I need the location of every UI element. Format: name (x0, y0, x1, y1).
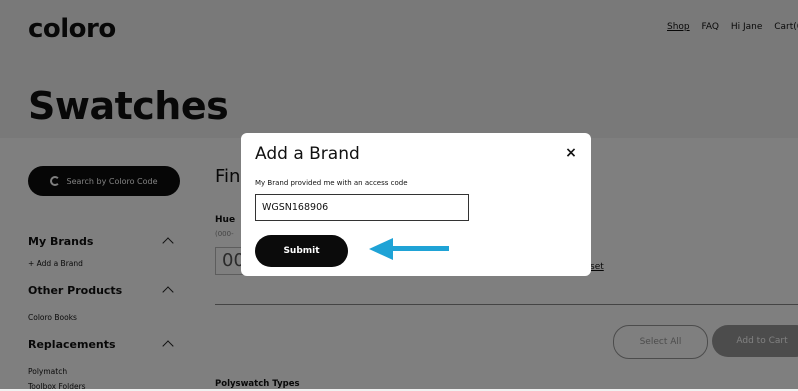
close-icon[interactable]: × (564, 146, 578, 160)
submit-button[interactable]: Submit (255, 235, 348, 267)
dialog-title: Add a Brand (255, 144, 360, 164)
access-code-label: My Brand provided me with an access code (255, 179, 408, 187)
access-code-field[interactable] (255, 194, 469, 221)
arrow-left-icon (369, 238, 449, 260)
